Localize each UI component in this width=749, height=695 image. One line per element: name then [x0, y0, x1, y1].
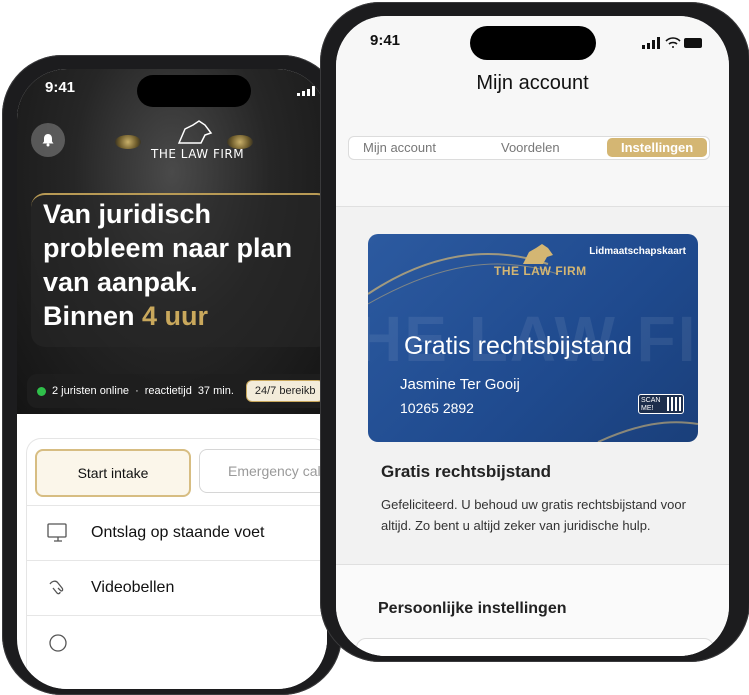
tab-instellingen[interactable]: Instellingen	[607, 138, 708, 157]
qr-scan-badge[interactable]: SCAN ME!	[638, 394, 684, 414]
list-item-label: Videobellen	[91, 579, 175, 596]
start-intake-button[interactable]: Start intake	[35, 449, 191, 497]
right-phone-frame: 9:41 Mijn account Mijn account Voordelen…	[320, 2, 749, 662]
headline-line-3: van aanpak.	[43, 267, 198, 297]
status-time: 9:41	[370, 32, 401, 49]
status-icons	[642, 36, 704, 54]
qr-code-icon	[667, 397, 681, 411]
card-logo-text: THE LAW FIRM	[494, 264, 587, 278]
list-item-partial[interactable]	[27, 615, 327, 670]
list-item-videobellen[interactable]: Videobellen ›	[27, 560, 327, 615]
status-time: 9:41	[45, 79, 76, 96]
reaction-time: 37 min.	[197, 385, 234, 397]
emergency-call-button[interactable]: Emergency cal	[199, 449, 327, 493]
headline-line-2: probleem naar plan	[43, 233, 293, 263]
headline-prefix: Binnen	[43, 301, 142, 331]
lion-logo-icon	[175, 119, 215, 150]
stats-separator: ·	[135, 385, 139, 397]
dynamic-island	[470, 26, 596, 60]
section-body: Gefeliciteerd. U behoud uw gratis rechts…	[381, 497, 686, 533]
notification-bell-icon[interactable]	[31, 123, 65, 157]
online-count: 2 juristen online	[52, 385, 130, 397]
member-number: 10265 2892	[400, 400, 474, 416]
list-item-label: Ontslag op staande voet	[91, 524, 265, 541]
reaction-label: reactietijd	[144, 385, 192, 397]
brand-logo-text: THE LAW FIRM	[151, 147, 245, 161]
account-tabs: Mijn account Voordelen Instellingen	[348, 136, 710, 160]
membership-card: HE LAW FI THE LAW FIRM Lidmaatschapskaar…	[368, 234, 698, 442]
scan-label: SCAN ME!	[641, 397, 661, 412]
online-dot-icon	[37, 386, 46, 396]
member-name: Jasmine Ter Gooij	[400, 376, 520, 393]
hero-headline: Van juridisch probleem naar plan van aan…	[43, 197, 327, 333]
monitor-icon	[45, 520, 71, 546]
availability-pill: 24/7 bereikb	[245, 380, 325, 402]
headline-line-1: Van juridisch	[43, 199, 212, 229]
personal-settings-title: Persoonlijke instellingen	[378, 600, 567, 617]
section-title: Gratis rechtsbijstand	[381, 462, 552, 481]
handshake-icon	[45, 575, 71, 601]
signal-icon	[297, 83, 317, 101]
settings-field[interactable]	[356, 638, 714, 656]
list-item-ontslag[interactable]: Ontslag op staande voet ›	[27, 505, 327, 560]
card-headline: Gratis rechtsbijstand	[404, 332, 632, 360]
tab-mijn-account[interactable]: Mijn account	[363, 140, 436, 155]
panther-eye-left	[115, 135, 141, 149]
headline-highlight: 4 uur	[142, 301, 209, 331]
availability-bar: 2 juristen online · reactietijd 37 min. …	[27, 374, 327, 408]
left-phone-frame: 9:41 THE LAW FIRM Van juridisch probleem…	[2, 55, 342, 695]
globe-icon	[45, 630, 71, 656]
card-type-label: Lidmaatschapskaart	[589, 246, 686, 257]
left-phone-screen: 9:41 THE LAW FIRM Van juridisch probleem…	[17, 69, 327, 689]
headline-line-4: Binnen 4 uur	[43, 299, 327, 333]
page-title: Mijn account	[476, 72, 589, 94]
tab-voordelen[interactable]: Voordelen	[501, 140, 560, 155]
action-card: Start intake Emergency cal Ontslag op st…	[27, 439, 327, 689]
right-phone-screen: 9:41 Mijn account Mijn account Voordelen…	[336, 16, 729, 656]
dynamic-island	[137, 75, 251, 107]
